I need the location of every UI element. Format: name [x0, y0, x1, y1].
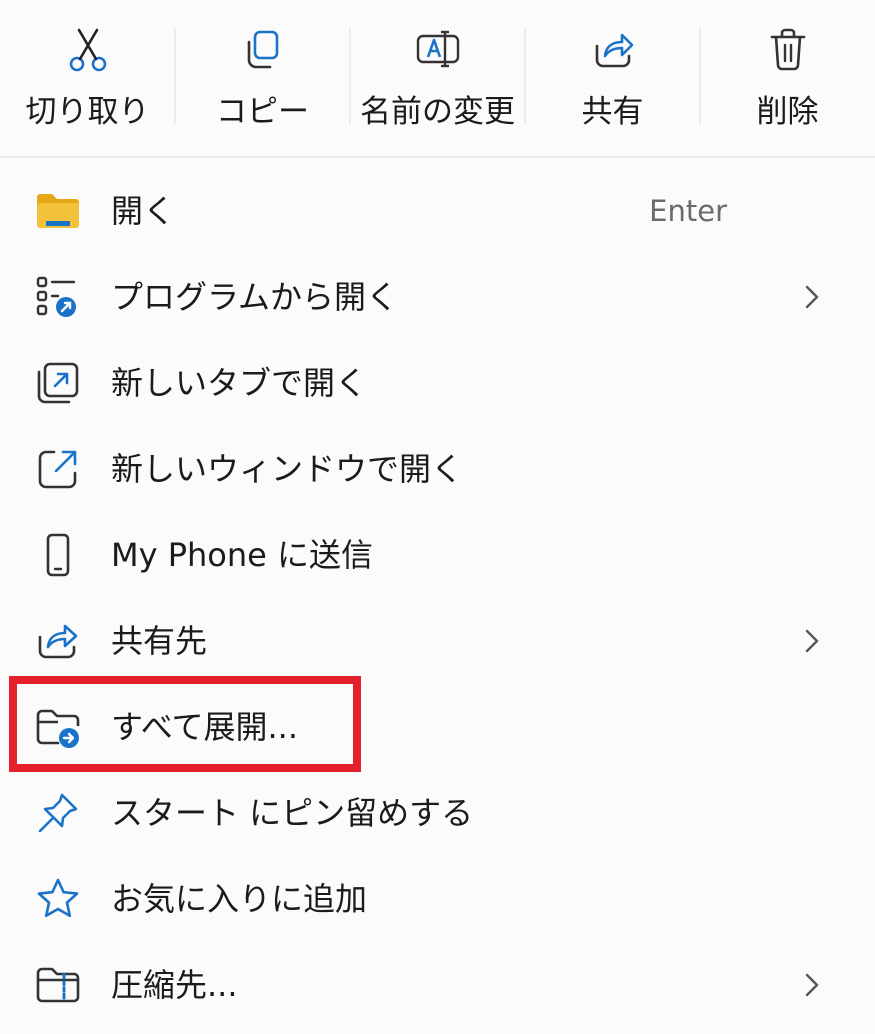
rename-label: 名前の変更: [360, 94, 515, 130]
highlight-box: [9, 676, 361, 772]
copy-icon: [247, 30, 278, 69]
share-button[interactable]: 共有: [525, 0, 700, 156]
chevron-right-icon: [805, 973, 819, 997]
menu-item-open-new-tab[interactable]: 新しいタブで開く: [0, 340, 875, 426]
chevron-right-icon: [805, 285, 819, 309]
share-label: 共有: [581, 94, 644, 130]
share-icon: [38, 624, 78, 659]
delete-label: 削除: [756, 94, 819, 130]
menu-item-pin-to-start[interactable]: スタート にピン留めする: [0, 770, 875, 856]
menu-item-share-to[interactable]: 共有先: [0, 598, 875, 684]
context-menu: 切り取り コピー 名前の変更 共有 削除 開く Enter プログラムから開く …: [0, 0, 875, 1034]
menu-item-label: プログラムから開く: [111, 278, 399, 316]
cut-label: 切り取り: [25, 94, 150, 130]
menu-item-compress-to[interactable]: 圧縮先...: [0, 942, 875, 1028]
open-with-icon: [36, 276, 76, 317]
shortcut-text: Enter: [649, 194, 727, 228]
menu-item-send-to-phone[interactable]: My Phone に送信: [0, 512, 875, 598]
pin-icon: [38, 793, 78, 833]
new-tab-icon: [37, 362, 79, 404]
menu-item-label: 新しいウィンドウで開く: [111, 450, 464, 488]
rename-icon: [416, 30, 459, 68]
copy-label: コピー: [216, 94, 309, 130]
menu-item-label: お気に入りに追加: [111, 880, 368, 918]
context-menu-toolbar: 切り取り コピー 名前の変更 共有 削除: [0, 0, 875, 158]
trash-icon: [770, 28, 805, 71]
delete-button[interactable]: 削除: [700, 0, 875, 156]
copy-button[interactable]: コピー: [175, 0, 350, 156]
menu-item-open-with[interactable]: プログラムから開く: [0, 254, 875, 340]
menu-item-label: 圧縮先...: [111, 966, 238, 1004]
zip-folder-icon: [36, 967, 80, 1003]
cut-button[interactable]: 切り取り: [0, 0, 175, 156]
star-icon: [37, 878, 79, 918]
menu-item-open-new-window[interactable]: 新しいウィンドウで開く: [0, 426, 875, 512]
folder-icon: [37, 194, 79, 228]
menu-item-label: 新しいタブで開く: [111, 364, 368, 402]
rename-button[interactable]: 名前の変更: [350, 0, 525, 156]
menu-item-label: My Phone に送信: [111, 536, 374, 574]
menu-item-label: 共有先: [111, 622, 208, 660]
chevron-right-icon: [805, 629, 819, 653]
phone-icon: [46, 533, 70, 577]
new-window-icon: [38, 450, 77, 489]
share-icon: [595, 33, 633, 68]
menu-item-open[interactable]: 開く Enter: [0, 168, 875, 254]
menu-item-label: スタート にピン留めする: [111, 794, 474, 832]
scissors-icon: [69, 28, 106, 72]
menu-item-add-favorites[interactable]: お気に入りに追加: [0, 856, 875, 942]
menu-item-label: 開く: [111, 192, 176, 230]
